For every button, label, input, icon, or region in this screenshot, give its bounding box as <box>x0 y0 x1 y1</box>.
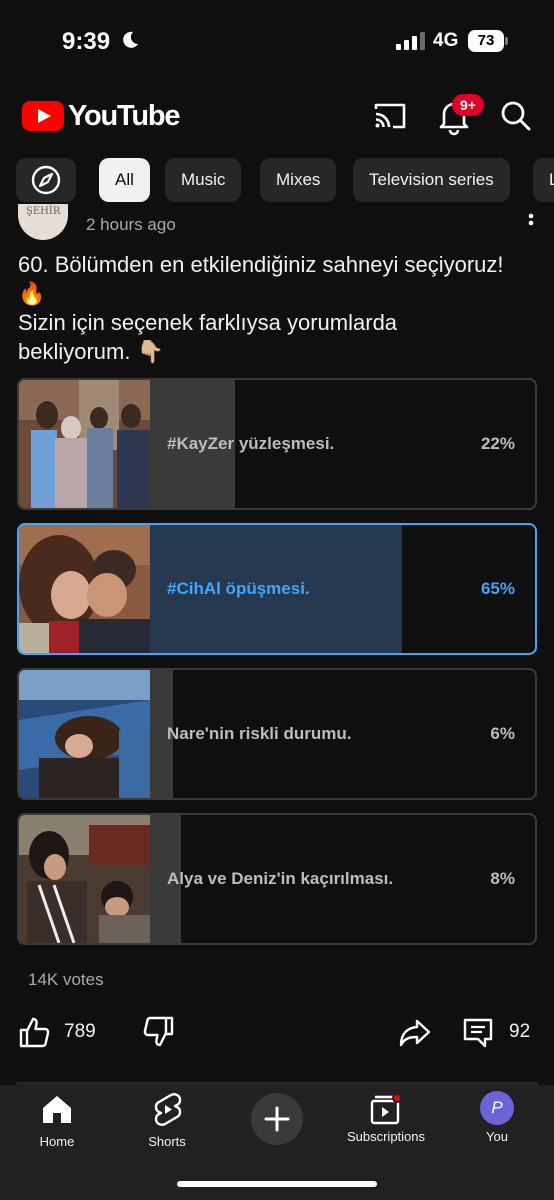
status-bar: 9:39 4G 73 <box>0 0 554 84</box>
share-icon <box>399 1019 431 1047</box>
compass-icon <box>31 165 61 195</box>
more-options-icon[interactable] <box>526 210 536 226</box>
comments-button[interactable]: 92 <box>461 1012 530 1052</box>
poll-option-label: #CihAl öpüşmesi. <box>167 579 310 598</box>
nav-you[interactable]: P You <box>442 1091 552 1144</box>
nav-subscriptions[interactable]: Subscriptions <box>331 1091 441 1144</box>
poll-option-label: Nare'nin riskli durumu. <box>167 724 352 743</box>
search-icon[interactable] <box>496 96 536 136</box>
nav-shorts[interactable]: Shorts <box>112 1091 222 1149</box>
youtube-logo[interactable]: YouTube <box>22 99 181 132</box>
post-timestamp: 2 hours ago <box>86 215 176 234</box>
poll-option[interactable]: Nare'nin riskli durumu. 6% <box>17 668 537 800</box>
poll-option-label: Alya ve Deniz'in kaçırılması. <box>167 869 394 888</box>
like-button[interactable]: 789 <box>18 1012 96 1052</box>
poll-option-thumbnail <box>19 815 150 943</box>
like-count: 789 <box>64 1021 96 1042</box>
share-button[interactable] <box>398 1012 432 1052</box>
filter-chips: All Music Mixes Television series L <box>0 156 554 204</box>
comment-icon <box>463 1018 493 1048</box>
cast-icon[interactable] <box>370 96 410 136</box>
poll-option-thumbnail <box>19 380 150 508</box>
poll-option[interactable]: Alya ve Deniz'in kaçırılması. 8% <box>17 813 537 945</box>
nav-you-label: You <box>486 1129 508 1144</box>
battery-icon: 73 <box>468 30 508 52</box>
post-text-line: bekliyorum. 👇🏼 <box>18 339 164 364</box>
home-indicator <box>177 1181 377 1187</box>
poll-option-percent: 22% <box>480 434 515 453</box>
chip-television-series[interactable]: Television series <box>353 158 510 202</box>
post-text: 60. Bölümden en etkilendiğiniz sahneyi s… <box>18 250 538 366</box>
poll-option-percent: 8% <box>490 869 515 888</box>
app-header: YouTube 9+ <box>0 90 554 144</box>
network-type: 4G <box>433 30 459 51</box>
post-text-line: 🔥 <box>18 281 46 306</box>
nav-shorts-label: Shorts <box>148 1134 186 1149</box>
signal-icon <box>396 32 425 50</box>
status-time: 9:39 <box>62 28 111 55</box>
nav-home[interactable]: Home <box>2 1091 112 1149</box>
create-button[interactable] <box>251 1093 303 1145</box>
poll-option-percent: 65% <box>480 579 515 598</box>
dislike-button[interactable] <box>143 1012 175 1052</box>
youtube-play-icon <box>22 101 64 131</box>
moon-icon <box>123 31 138 48</box>
post-text-line: Sizin için seçenek farklıysa yorumlarda <box>18 310 398 335</box>
home-icon <box>43 1096 71 1123</box>
you-icon-wrap: P <box>479 1091 515 1127</box>
user-avatar: P <box>480 1091 514 1125</box>
comment-count: 92 <box>509 1021 531 1042</box>
plus-icon <box>264 1106 290 1132</box>
post-text-line: 60. Bölümden en etkilendiğiniz sahneyi s… <box>18 252 504 277</box>
vote-count: 14K votes <box>28 970 104 989</box>
new-content-dot <box>392 1093 402 1103</box>
chip-mixes[interactable]: Mixes <box>260 158 337 202</box>
thumbs-down-icon <box>143 1016 174 1047</box>
poll-option-percent: 6% <box>490 724 515 743</box>
channel-avatar[interactable]: ŞEHİR <box>18 204 68 240</box>
poll-option[interactable]: #CihAl öpüşmesi. 65% <box>17 523 537 655</box>
shorts-icon <box>154 1093 182 1126</box>
avatar-text: ŞEHİR <box>26 206 61 217</box>
chip-all[interactable]: All <box>99 158 150 202</box>
nav-home-label: Home <box>39 1134 75 1149</box>
poll-option-thumbnail <box>19 670 150 798</box>
notification-badge: 9+ <box>452 94 484 116</box>
poll-option[interactable]: #KayZer yüzleşmesi. 22% <box>17 378 537 510</box>
youtube-app: 9:39 4G 73 YouTube 9+ All Music Mixes Te… <box>0 0 554 1200</box>
thumbs-up-icon <box>19 1017 50 1048</box>
nav-subscriptions-label: Subscriptions <box>346 1129 426 1144</box>
battery-nub <box>505 37 508 45</box>
logo-text: YouTube <box>68 99 181 132</box>
explore-chip[interactable] <box>16 158 76 202</box>
battery-level: 73 <box>468 30 504 52</box>
subscriptions-icon-wrap <box>368 1091 404 1127</box>
chip-music[interactable]: Music <box>165 158 242 202</box>
poll-option-label: #KayZer yüzleşmesi. <box>167 434 335 453</box>
poll-option-thumbnail <box>19 525 150 653</box>
chip-more[interactable]: L <box>533 158 554 202</box>
